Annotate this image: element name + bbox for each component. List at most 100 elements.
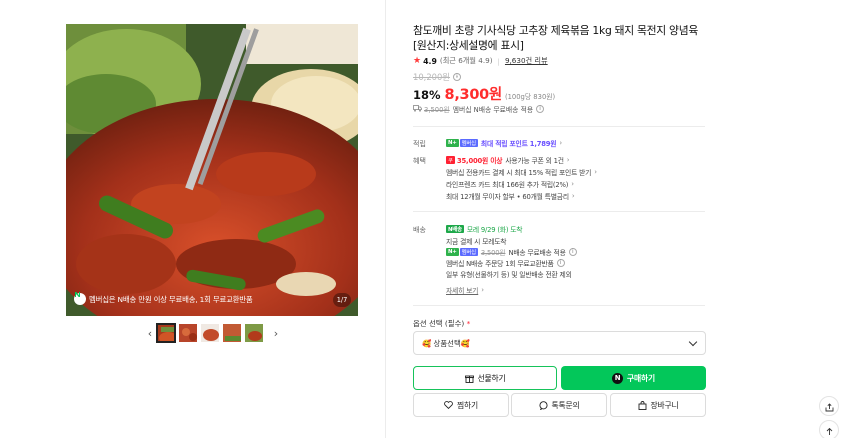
section-divider [413,126,705,127]
gift-button[interactable]: 선물하기 [413,366,557,390]
info-icon[interactable]: i [536,105,545,113]
discount-rate: 18% [413,88,441,102]
coupon-line[interactable]: 쿠 35,000원 이상 사용가능 쿠폰 외 1건 › [446,155,570,165]
option-label-text: 옵션 선택 [413,319,443,328]
thumbnail-5[interactable] [244,323,264,343]
free-ship-line: N+ 멤버십 3,500원 N배송 무료배송 적용 i [446,247,577,257]
unit-price: (100g당 830원) [504,93,556,101]
points-label: 적립 [413,140,426,148]
food-photo [66,24,358,316]
condition-line: 지금 결제 시 모레도착 [446,236,507,246]
star-icon: ★ [413,56,422,66]
rating-note: (최근 6개월 4.9) [439,56,493,65]
coupon-text: 사용가능 쿠폰 외 1건 [505,157,564,165]
heart-icon [444,401,453,409]
delivery-label: 배송 [413,226,426,234]
main-product-image[interactable]: 멤버십은 N배송 만원 이상 무료배송, 1회 무료교환반품 1/7 [66,24,358,316]
card-text: 멤버십 전용카드 결제 시 최대 15% 적립 포인트 받기 [446,169,592,177]
chevron-right-icon[interactable]: › [270,323,282,343]
buy-button[interactable]: N 구매하기 [561,366,706,390]
chevron-right-icon: › [571,192,575,200]
coupon-icon: 쿠 [446,156,455,164]
truck-icon [413,104,422,114]
npay-badge: N+ [446,248,459,256]
gift-icon [464,374,474,383]
installment-line[interactable]: 최대 12개월 무이자 할부 • 60개월 특별금리 › [446,191,575,201]
arrow-up-icon [825,421,834,438]
naver-pay-icon: N [612,372,624,384]
shipping-summary: 3,500원 멤버십 N배송 무료배송 적용 i [413,104,545,114]
option-selected-value: 🥰 상품선택🥰 [422,338,470,348]
membership-badge: 멤버십 [459,248,478,256]
option-select[interactable]: 🥰 상품선택🥰 [413,331,706,355]
share-icon [825,397,834,416]
chevron-right-icon: › [481,286,484,294]
membership-banner: 멤버십은 N배송 만원 이상 무료배송, 1회 무료교환반품 [74,291,253,307]
thumbnail-3[interactable] [200,323,220,343]
arrival-line: N배송 모레 9/29 (화) 도착 [446,224,523,234]
membership-badge: 멤버십 [459,139,478,147]
detail-panel: 참도깨비 초량 기사식당 고추장 제육볶음 1kg 돼지 목전지 양념육 [원산… [387,0,850,438]
shopping-bag-icon [638,400,647,410]
gift-label: 선물하기 [477,373,506,383]
wishlist-button[interactable]: 찜하기 [413,393,509,417]
free-ship-text: N배송 무료배송 적용 [508,249,566,257]
return-text: 멤버십 N배송 주문당 1회 무료교환반품 [446,260,554,268]
info-icon[interactable]: i [453,73,462,81]
section-divider [413,211,705,212]
exception-text: 일부 유형(선물하기 등) 및 일반배송 전환 제외 [446,271,572,279]
cart-label: 장바구니 [650,400,679,410]
shipping-original-fee: 3,500원 [424,106,450,114]
review-count-link[interactable]: 9,630건 리뷰 [505,56,548,66]
perks-label: 혜택 [413,157,426,165]
max-points: 최대 적립 포인트 1,789원 [480,140,557,148]
info-icon[interactable]: i [556,259,565,267]
more-link[interactable]: 자세히 보기 › [446,285,484,295]
chevron-right-icon: › [566,156,570,164]
original-price-text: 10,200원 [413,72,451,82]
card-line[interactable]: 멤버십 전용카드 결제 시 최대 15% 적립 포인트 받기 › [446,167,597,177]
price-row: 18% 8,300원 (100g당 830원) [413,83,555,104]
thumbnail-2[interactable] [178,323,198,343]
free-ship-original: 3,500원 [480,249,506,257]
banner-text: 멤버십은 N배송 만원 이상 무료배송, 1회 무료교환반품 [89,294,253,304]
linefriends-line[interactable]: 라인프렌즈 카드 최대 166원 추가 적립(2%) › [446,179,574,189]
thumbnail-4[interactable] [222,323,242,343]
thumbnail-1[interactable] [156,323,176,343]
arrival-date: 모레 9/29 (화) 도착 [466,226,523,234]
sale-price: 8,300원 [444,87,503,103]
linefriends-text: 라인프렌즈 카드 최대 166원 추가 적립(2%) [446,181,569,189]
option-label: 옵션 선택 (필수) * [413,318,470,329]
chevron-left-icon[interactable]: ‹ [144,323,156,343]
n-delivery-badge: N배송 [446,225,464,233]
points-line[interactable]: N+ 멤버십 최대 적립 포인트 1,789원 › [446,138,562,148]
coupon-amount: 35,000원 이상 [457,157,503,165]
wishlist-label: 찜하기 [457,400,478,410]
scroll-top-button[interactable] [819,420,839,438]
cart-button[interactable]: 장바구니 [610,393,706,417]
product-page: 멤버십은 N배송 만원 이상 무료배송, 1회 무료교환반품 1/7 ‹ › 참… [0,0,850,438]
shipping-text: 멤버십 N배송 무료배송 적용 [452,106,534,114]
image-counter: 1/7 [333,293,351,307]
rating-value: 4.9 [423,56,437,66]
chevron-right-icon: › [559,139,562,147]
condition-text: 지금 결제 시 모레도착 [446,238,507,246]
rating-row: ★ 4.9 (최근 6개월 4.9) | 9,630건 리뷰 [413,56,548,66]
product-title: 참도깨비 초량 기사식당 고추장 제육볶음 1kg 돼지 목전지 양념육 [원산… [413,24,698,52]
thumbnail-strip: ‹ › [144,322,282,344]
talktalk-label: 톡톡문의 [551,400,580,410]
chevron-right-icon: › [571,180,574,188]
section-divider [413,305,705,306]
share-button[interactable] [819,396,839,416]
more-text: 자세히 보기 [446,287,479,295]
naver-n-icon [74,292,86,305]
original-price: 10,200원 i [413,71,462,83]
talktalk-button[interactable]: 톡톡문의 [511,393,607,417]
installment-text: 최대 12개월 무이자 할부 • 60개월 특별금리 [446,193,569,201]
chevron-right-icon: › [594,168,597,176]
buy-label: 구매하기 [627,373,655,383]
option-required-text: (필수) [444,319,465,328]
npay-badge: N+ [446,139,459,147]
info-icon[interactable]: i [568,248,577,256]
chevron-down-icon [688,337,698,347]
